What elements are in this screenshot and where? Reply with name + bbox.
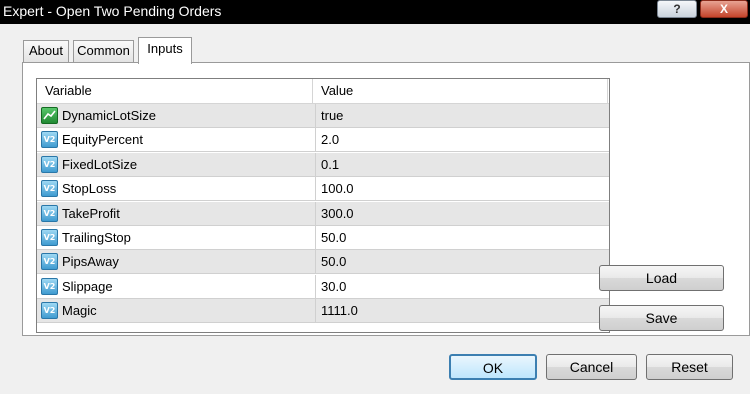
table-row[interactable]: V2 EquityPercent 2.0 xyxy=(37,128,609,153)
tab-common[interactable]: Common xyxy=(73,40,134,62)
number-icon: V2 xyxy=(41,180,58,198)
cancel-button[interactable]: Cancel xyxy=(546,354,637,380)
grid-header: Variable Value xyxy=(37,79,609,104)
parameter-name: TrailingStop xyxy=(62,230,131,245)
parameters-grid: Variable Value DynamicLotSize true V2 Equit… xyxy=(36,78,610,333)
column-header-value[interactable]: Value xyxy=(313,79,608,103)
parameter-value[interactable]: 50.0 xyxy=(315,250,605,274)
table-row[interactable]: V2 TrailingStop 50.0 xyxy=(37,226,609,250)
parameter-name: Magic xyxy=(62,303,97,319)
number-icon: V2 xyxy=(41,277,58,295)
reset-button[interactable]: Reset xyxy=(646,354,733,380)
parameter-name: FixedLotSize xyxy=(62,156,138,172)
table-row[interactable]: V2 Slippage 30.0 xyxy=(37,274,609,299)
parameter-value[interactable]: 50.0 xyxy=(315,226,605,249)
parameter-value[interactable]: 0.1 xyxy=(315,152,605,176)
table-row[interactable]: V2 TakeProfit 300.0 xyxy=(37,201,609,226)
table-row[interactable]: DynamicLotSize true xyxy=(37,104,609,128)
close-button[interactable]: X xyxy=(700,0,748,18)
parameter-value[interactable]: 100.0 xyxy=(315,177,605,201)
title-bar: Expert - Open Two Pending Orders ? X xyxy=(0,0,750,24)
help-button[interactable]: ? xyxy=(657,0,697,18)
load-button[interactable]: Load xyxy=(599,265,724,291)
number-icon: V2 xyxy=(41,131,58,149)
column-header-variable[interactable]: Variable xyxy=(37,79,313,103)
parameter-name: EquityPercent xyxy=(62,132,143,148)
parameter-name: DynamicLotSize xyxy=(62,108,156,123)
table-row[interactable]: V2 Magic 1111.0 xyxy=(37,299,609,324)
parameter-value[interactable]: 30.0 xyxy=(315,274,605,298)
expert-dialog: About Common Inputs Variable Value Dynam… xyxy=(0,24,750,394)
boolean-icon xyxy=(41,107,58,124)
ok-button[interactable]: OK xyxy=(449,354,537,380)
parameter-value[interactable]: 1111.0 xyxy=(315,299,605,323)
window-title: Expert - Open Two Pending Orders xyxy=(3,3,222,19)
tab-inputs[interactable]: Inputs xyxy=(138,37,192,64)
table-row[interactable]: V2 StopLoss 100.0 xyxy=(37,177,609,202)
number-icon: V2 xyxy=(41,229,58,246)
number-icon: V2 xyxy=(41,204,58,222)
inputs-panel: Variable Value DynamicLotSize true V2 Equit… xyxy=(22,62,750,336)
tab-about[interactable]: About xyxy=(23,40,69,62)
save-button[interactable]: Save xyxy=(599,305,724,331)
parameter-value[interactable]: 300.0 xyxy=(315,201,605,225)
parameter-value[interactable]: true xyxy=(315,104,605,127)
table-row[interactable]: V2 FixedLotSize 0.1 xyxy=(37,152,609,177)
table-row[interactable]: V2 PipsAway 50.0 xyxy=(37,250,609,275)
parameter-value[interactable]: 2.0 xyxy=(315,128,605,152)
parameter-name: StopLoss xyxy=(62,181,117,197)
parameter-name: TakeProfit xyxy=(62,205,120,221)
parameter-name: PipsAway xyxy=(62,254,119,270)
number-icon: V2 xyxy=(41,253,58,271)
parameter-name: Slippage xyxy=(62,278,113,294)
number-icon: V2 xyxy=(41,302,58,320)
number-icon: V2 xyxy=(41,155,58,173)
